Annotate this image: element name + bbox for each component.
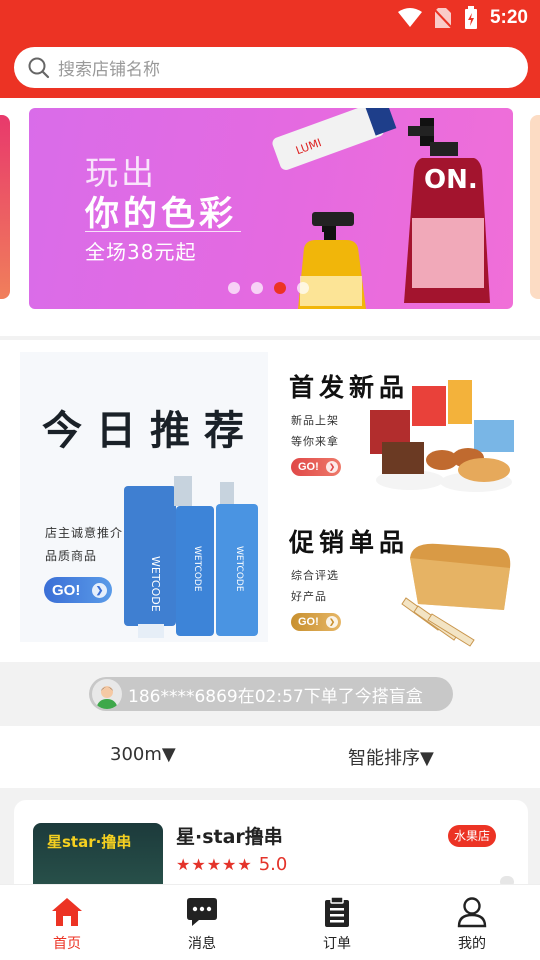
filter-bar: 300m▼ 智能排序▼ — [0, 726, 540, 788]
banner-next-slide[interactable] — [530, 115, 540, 299]
svg-text:ON.: ON. — [424, 165, 478, 195]
ticker-text: 186****6869在02:57下单了今搭盲盒 — [128, 686, 423, 707]
arrow-right-icon: ❯ — [326, 616, 338, 628]
shop-category-badge: 水果店 — [447, 825, 496, 847]
today-recommend-sub1: 店主诚意推介 — [45, 526, 124, 540]
bottle-brand-text: WETCODE — [192, 546, 202, 592]
bread-image — [401, 543, 511, 647]
star-icon: ★ — [206, 855, 222, 874]
go-label: GO! — [52, 581, 81, 599]
today-recommend-card[interactable]: 今日推荐 店主诚意推介 品质商品 GO! ❯ WETCODE WETCODE W… — [20, 352, 268, 642]
star-icon: ★ — [222, 855, 237, 874]
today-recommend-go-button[interactable]: GO! ❯ — [44, 577, 112, 603]
tab-label: 订单 — [323, 936, 351, 952]
rating-value: 5.0 — [258, 854, 288, 875]
sale-items-title[interactable]: 促销单品 — [289, 523, 409, 559]
promo-section: 今日推荐 店主诚意推介 品质商品 GO! ❯ WETCODE WETCODE W… — [0, 340, 540, 662]
bottle-brand-text: WETCODE — [234, 546, 244, 592]
avatar — [92, 679, 122, 709]
snacks-image — [370, 380, 514, 492]
sale-items-sub2: 好产品 — [291, 590, 327, 603]
new-products-sub2: 等你来拿 — [291, 435, 339, 448]
tab-messages[interactable]: 消息 — [162, 895, 242, 953]
shop-name: 星·star撸串 — [176, 826, 283, 848]
banner-slide[interactable]: 玩出 你的色彩 全场38元起 LUMI ON. — [29, 108, 513, 309]
tab-home[interactable]: 首页 — [27, 895, 107, 953]
tab-profile[interactable]: 我的 — [432, 895, 512, 953]
message-icon — [185, 895, 219, 929]
search-input[interactable]: 搜索店铺名称 — [14, 47, 528, 88]
battery-icon — [464, 6, 477, 29]
cosmetics-product-image: LUMI ON. — [272, 108, 490, 309]
star-icon: ★ — [237, 855, 252, 874]
banner-prev-slide[interactable] — [0, 115, 10, 299]
clipboard-icon — [320, 895, 354, 929]
star-icon: ★ — [191, 855, 206, 874]
distance-filter[interactable]: 300m▼ — [110, 744, 176, 765]
arrow-right-icon: ❯ — [326, 461, 338, 473]
user-avatar-icon — [96, 686, 118, 709]
banner-divider — [85, 231, 241, 232]
bottle-brand-text: WETCODE — [149, 556, 162, 612]
arrow-right-icon: ❯ — [92, 582, 107, 598]
search-placeholder: 搜索店铺名称 — [58, 60, 160, 80]
no-sim-icon — [433, 8, 452, 29]
carousel-dot[interactable] — [274, 282, 286, 294]
go-label: GO! — [298, 616, 319, 628]
star-icon: ★ — [176, 855, 191, 874]
tab-label: 首页 — [53, 936, 81, 952]
wifi-icon — [397, 8, 422, 27]
shop-thumbnail-sign: 星star·撸串 — [47, 833, 132, 851]
today-recommend-sub2: 品质商品 — [45, 549, 98, 563]
banner-line2: 你的色彩 — [85, 194, 237, 234]
tab-label: 我的 — [458, 936, 486, 952]
bottom-tab-bar: 首页 消息 订单 我的 — [0, 884, 540, 960]
status-bar: 5:20 — [0, 0, 540, 36]
shop-rating: ★ ★ ★ ★ ★ 5.0 — [176, 854, 287, 875]
today-recommend-title: 今日推荐 — [42, 408, 258, 454]
new-products-go-button[interactable]: GO! ❯ — [291, 458, 341, 476]
sort-filter[interactable]: 智能排序▼ — [348, 744, 434, 770]
sale-items-sub1: 综合评选 — [291, 569, 339, 582]
order-ticker: 186****6869在02:57下单了今搭盲盒 — [89, 677, 453, 711]
banner-carousel[interactable]: 玩出 你的色彩 全场38元起 LUMI ON. — [0, 98, 540, 336]
carousel-dot[interactable] — [228, 282, 240, 294]
status-icons: 5:20 — [397, 6, 528, 30]
new-products-sub1: 新品上架 — [291, 414, 339, 427]
header: 搜索店铺名称 — [0, 36, 540, 98]
sale-items-go-button[interactable]: GO! ❯ — [291, 613, 341, 631]
tab-label: 消息 — [188, 936, 216, 952]
banner-line3: 全场38元起 — [85, 240, 197, 264]
status-time: 5:20 — [489, 7, 528, 28]
carousel-indicator — [228, 282, 309, 294]
order-ticker-row: 186****6869在02:57下单了今搭盲盒 — [0, 662, 540, 726]
skincare-bottles-image: WETCODE WETCODE WETCODE — [124, 476, 258, 638]
go-label: GO! — [298, 461, 319, 473]
carousel-dot[interactable] — [251, 282, 263, 294]
carousel-dot[interactable] — [297, 282, 309, 294]
tab-orders[interactable]: 订单 — [297, 895, 377, 953]
search-icon — [28, 57, 50, 78]
user-icon — [455, 895, 489, 929]
home-icon — [50, 895, 84, 929]
